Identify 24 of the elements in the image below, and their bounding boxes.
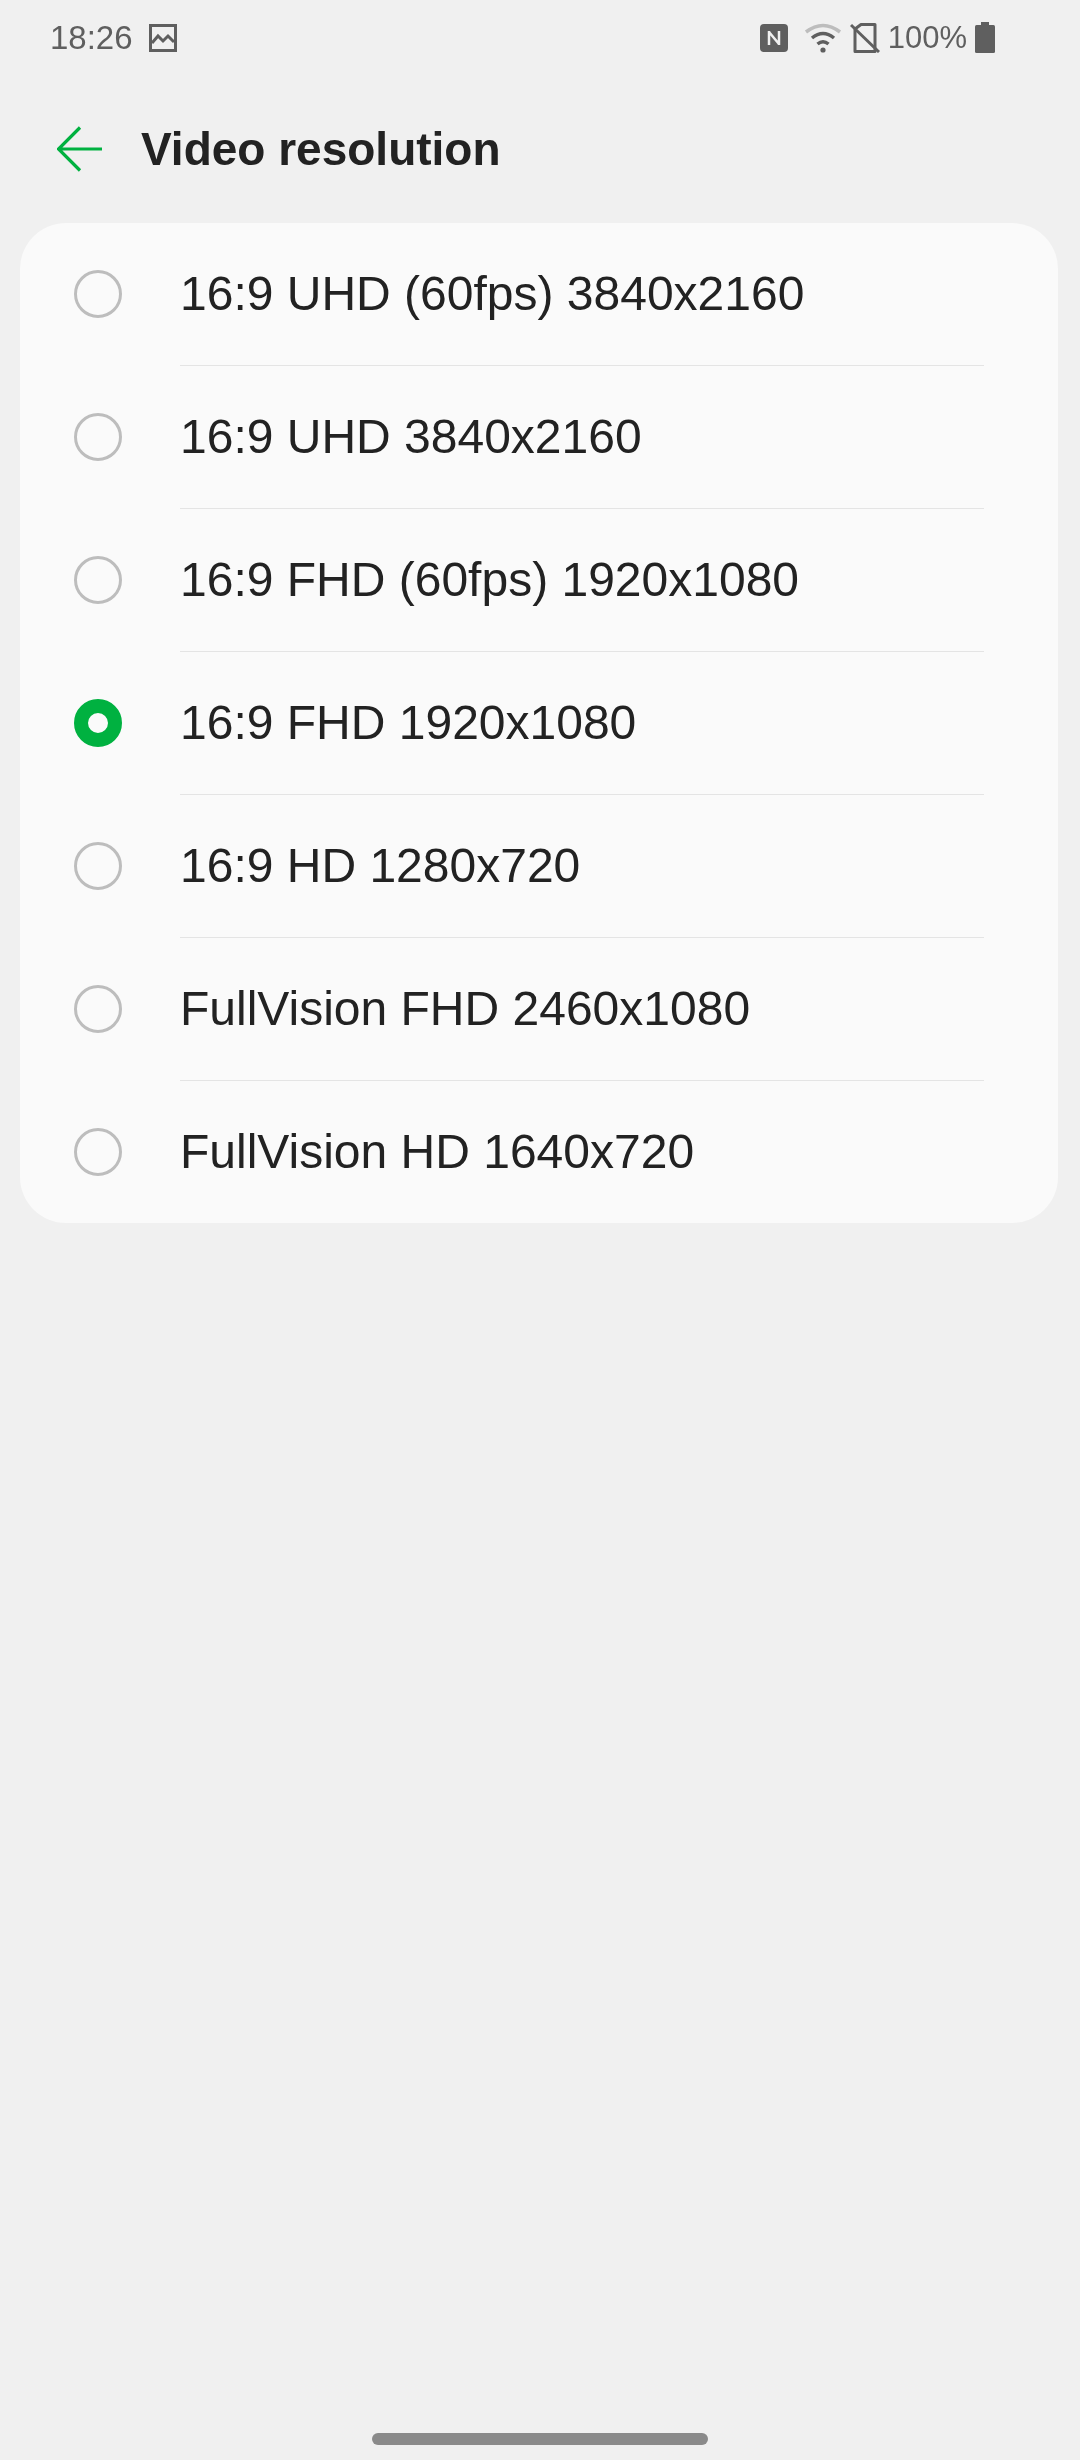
resolution-option[interactable]: FullVision HD 1640x720	[20, 1081, 1058, 1223]
radio-icon[interactable]	[74, 413, 122, 461]
resolution-option[interactable]: FullVision FHD 2460x1080	[20, 938, 1058, 1080]
no-sim-icon	[849, 22, 880, 53]
status-time: 18:26	[50, 21, 133, 54]
resolution-option[interactable]: 16:9 FHD (60fps) 1920x1080	[20, 509, 1058, 651]
radio-icon[interactable]	[74, 556, 122, 604]
back-arrow-icon[interactable]	[57, 126, 103, 172]
resolution-option[interactable]: 16:9 UHD 3840x2160	[20, 366, 1058, 508]
radio-icon[interactable]	[74, 842, 122, 890]
battery-icon	[975, 22, 995, 53]
nfc-icon	[759, 23, 788, 52]
page-title: Video resolution	[141, 123, 501, 175]
resolution-option[interactable]: 16:9 HD 1280x720	[20, 795, 1058, 937]
radio-icon[interactable]	[74, 985, 122, 1033]
battery-percentage: 100%	[887, 22, 967, 53]
resolution-option[interactable]: 16:9 FHD 1920x1080	[20, 652, 1058, 794]
home-indicator[interactable]	[372, 2433, 708, 2445]
radio-icon[interactable]	[74, 699, 122, 747]
resolution-option[interactable]: 16:9 UHD (60fps) 3840x2160	[20, 223, 1058, 365]
radio-icon[interactable]	[74, 1128, 122, 1176]
wifi-icon	[803, 22, 842, 53]
picture-icon	[148, 23, 177, 52]
radio-icon[interactable]	[74, 270, 122, 318]
